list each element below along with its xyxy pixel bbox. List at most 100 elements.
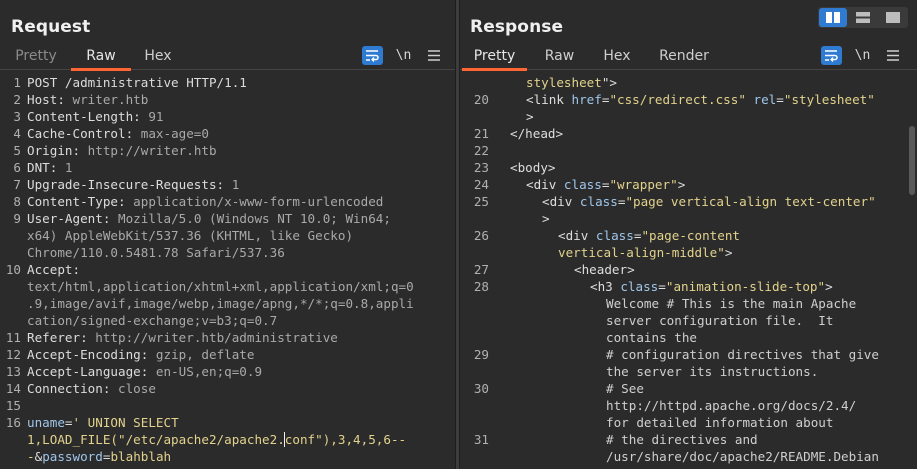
line-number: 30 xyxy=(473,381,489,396)
code-text: text/html,application/xhtml+xml,applicat… xyxy=(27,278,414,295)
token: uname xyxy=(27,415,65,430)
token: Upgrade-Insecure-Requests: xyxy=(27,177,232,192)
layout-split-vertical-button[interactable] xyxy=(849,8,877,27)
request-menu-button[interactable] xyxy=(424,46,445,65)
token: Accept-Encoding: xyxy=(27,347,156,362)
token: /usr/share/doc/apache2/README.Debian xyxy=(606,449,879,464)
token: en-US,en;q=0.9 xyxy=(155,364,263,379)
token: href xyxy=(571,92,602,107)
token: Accept-Language: xyxy=(27,364,156,379)
token: vertical-align-middle" xyxy=(558,245,725,260)
hamburger-menu-icon xyxy=(428,50,440,61)
token: User-Agent: xyxy=(27,211,118,226)
response-title: Response xyxy=(470,17,564,37)
response-tab-raw[interactable]: Raw xyxy=(533,44,586,70)
response-menu-button[interactable] xyxy=(883,46,904,65)
code-text: </head> xyxy=(510,125,563,142)
token: <div xyxy=(526,177,564,192)
layout-split-horizontal-button[interactable] xyxy=(819,8,847,27)
code-text: for detailed information about xyxy=(606,414,833,431)
code-text: > xyxy=(542,210,550,227)
line-number: 23 xyxy=(473,160,489,175)
code-text: Connection: close xyxy=(27,380,156,397)
token: Cache-Control: xyxy=(27,126,141,141)
code-text: Content-Type: application/x-www-form-url… xyxy=(27,193,383,210)
response-editor[interactable]: stylesheet"> 20 <link href = "css/redirect.c… xyxy=(460,72,917,469)
split-horizontal-icon xyxy=(826,12,840,23)
response-scrollbar-thumb[interactable] xyxy=(909,126,915,195)
code-text: vertical-align-middle"> xyxy=(558,244,732,261)
token: x64) AppleWebKit/537.36 (KHTML, like Gec… xyxy=(27,228,354,243)
code-text: server configuration file. It xyxy=(606,312,833,329)
response-tab-render[interactable]: Render xyxy=(655,44,713,70)
line-number: 1 xyxy=(13,75,21,90)
token: Content-Length: xyxy=(27,109,149,124)
response-wrap-lines-button[interactable] xyxy=(821,46,842,65)
token: the server its instructions. xyxy=(606,364,819,379)
token: Origin: xyxy=(27,143,88,158)
token: gzip, deflate xyxy=(155,347,255,362)
split-vertical-icon xyxy=(856,12,870,23)
request-editor[interactable]: 1 POST /administrative HTTP/1.1 2 Host: wri… xyxy=(0,72,455,469)
token: .9,image/avif,image/webp,image/apng,*/*;… xyxy=(27,296,414,311)
code-text: # configuration directives that give xyxy=(606,346,879,363)
line-number: 11 xyxy=(5,330,21,345)
token: Referer: xyxy=(27,330,96,345)
request-pane: Request Pretty Raw Hex \n 1 POST /adminis… xyxy=(0,0,455,469)
token: <div xyxy=(542,194,580,209)
token: class xyxy=(620,279,659,294)
layout-toggle-group xyxy=(818,7,908,28)
response-scrollbar[interactable] xyxy=(907,72,917,469)
token: rel xyxy=(753,92,777,107)
code-text: Content-Length: 91 xyxy=(27,108,164,125)
line-number: 29 xyxy=(473,347,489,362)
token: - xyxy=(27,449,35,464)
single-pane-icon xyxy=(886,12,900,23)
response-tab-pretty[interactable]: Pretty xyxy=(462,44,527,71)
token: Host: xyxy=(27,92,73,107)
token: cation/signed-exchange;v=b3;q=0.7 xyxy=(27,313,278,328)
code-text: Referer: http://writer.htb/administrativ… xyxy=(27,329,338,346)
wrap-lines-icon xyxy=(825,50,838,62)
line-number: 14 xyxy=(5,381,21,396)
line-number: 20 xyxy=(473,92,489,107)
request-wrap-lines-button[interactable] xyxy=(362,46,383,65)
token: "animation-slide-top" xyxy=(665,279,826,294)
token: DNT: xyxy=(27,160,65,175)
token: http://writer.htb/administrative xyxy=(95,330,338,345)
token: > xyxy=(526,109,534,124)
token: conf"),3,4,5,6-- xyxy=(284,432,407,447)
hamburger-menu-icon xyxy=(887,50,899,61)
response-newline-toggle[interactable]: \n xyxy=(852,46,873,65)
code-text: -&password=blahblah xyxy=(27,448,171,465)
line-number: 21 xyxy=(473,126,489,141)
request-tab-hex[interactable]: Hex xyxy=(137,44,179,70)
token: max-age=0 xyxy=(140,126,209,141)
token: http://writer.htb xyxy=(87,143,217,158)
request-tab-pretty[interactable]: Pretty xyxy=(7,44,65,70)
code-text: x64) AppleWebKit/537.36 (KHTML, like Gec… xyxy=(27,227,353,244)
token: = xyxy=(658,279,666,294)
code-text: Accept-Encoding: gzip, deflate xyxy=(27,346,254,363)
code-text: .9,image/avif,image/webp,image/apng,*/*;… xyxy=(27,295,414,312)
layout-single-pane-button[interactable] xyxy=(879,8,907,27)
token: blahblah xyxy=(110,449,172,464)
response-tab-hex[interactable]: Hex xyxy=(597,44,637,70)
line-number: 9 xyxy=(13,211,21,226)
code-text: <div class="wrapper"> xyxy=(526,176,685,193)
token: class xyxy=(563,177,602,192)
request-tab-raw[interactable]: Raw xyxy=(71,44,131,71)
token: "wrapper" xyxy=(609,177,678,192)
request-title: Request xyxy=(11,17,91,37)
token: POST /administrative HTTP/1.1 xyxy=(27,75,247,90)
line-number: 28 xyxy=(473,279,489,294)
request-newline-toggle[interactable]: \n xyxy=(393,46,414,65)
code-text: <body> xyxy=(510,159,556,176)
token: <header> xyxy=(574,262,635,277)
token: "> xyxy=(601,75,617,90)
token: > xyxy=(724,245,733,260)
token: 1 xyxy=(64,160,73,175)
token: Mozilla/5.0 (Windows NT 10.0; Win64; xyxy=(118,211,391,226)
token: = xyxy=(64,415,73,430)
